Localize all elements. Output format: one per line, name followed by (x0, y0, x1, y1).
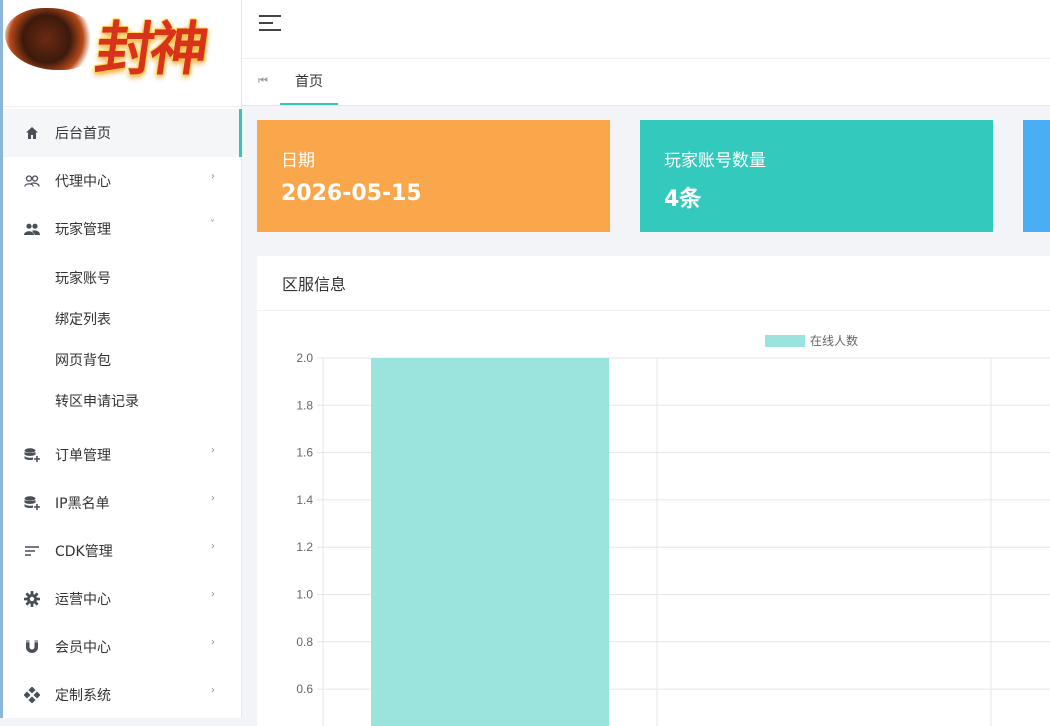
sidebar-menu: 后台首页 代理中心 › 玩家管理 ˅ 玩家账号 绑定列表 网页背包 转区申请记录 (3, 109, 242, 719)
sidebar-item-label: 定制系统 (55, 688, 111, 704)
y-tick-label: 1.2 (296, 540, 313, 554)
tabs-bar: ⏮ 首页 (242, 58, 1050, 106)
gear-icon (23, 590, 41, 608)
users-outline-icon (23, 172, 41, 190)
y-tick-label: 0.8 (296, 635, 313, 649)
date-card-label: 日期 (281, 151, 315, 171)
chevron-right-icon: › (211, 445, 215, 456)
sidebar-item-custom-system[interactable]: 定制系统 › (3, 671, 241, 719)
submenu-item-web-backpack[interactable]: 网页背包 (3, 339, 241, 380)
sort-lines-icon (23, 542, 41, 560)
logo-dragon-icon (5, 8, 97, 70)
server-info-panel: 区服信息 2.0 1.8 1.6 1.4 1.2 1.0 0.8 0.6 在线人数 (257, 256, 1050, 726)
magnet-icon (23, 638, 41, 656)
y-tick-label: 1.8 (296, 398, 313, 412)
y-tick-label: 1.0 (296, 588, 313, 602)
chevron-right-icon: › (211, 171, 215, 182)
submenu-item-player-accounts[interactable]: 玩家账号 (3, 257, 241, 298)
player-count-label: 玩家账号数量 (664, 151, 766, 171)
chevron-right-icon: › (211, 589, 215, 600)
y-tick-label: 1.4 (296, 493, 313, 507)
sidebar-item-label: 代理中心 (55, 174, 111, 190)
menu-toggle-icon[interactable] (259, 15, 281, 33)
chevron-right-icon: › (211, 493, 215, 504)
submenu-item-transfer-requests[interactable]: 转区申请记录 (3, 380, 241, 421)
diamond-grid-icon (23, 686, 41, 704)
legend-swatch (765, 335, 805, 347)
online-players-chart: 2.0 1.8 1.6 1.4 1.2 1.0 0.8 0.6 在线人数 (296, 333, 1050, 726)
y-tick-label: 2.0 (296, 351, 313, 365)
sidebar-item-orders[interactable]: 订单管理 › (3, 431, 241, 479)
sidebar-item-label: 玩家管理 (55, 222, 111, 238)
sidebar-item-label: 会员中心 (55, 640, 111, 656)
chevron-right-icon: › (211, 685, 215, 696)
sidebar-item-label: CDK管理 (55, 544, 113, 560)
sidebar-item-member-center[interactable]: 会员中心 › (3, 623, 241, 671)
submenu-item-bind-list[interactable]: 绑定列表 (3, 298, 241, 339)
legend-label: 在线人数 (810, 333, 858, 348)
sidebar-item-home[interactable]: 后台首页 (3, 109, 242, 157)
sidebar: 封神 后台首页 代理中心 › 玩家管理 ˅ 玩家账号 绑定列表 网页背包 转区申… (0, 0, 242, 718)
player-count-value: 4条 (664, 187, 702, 212)
panel-title: 区服信息 (257, 256, 1050, 311)
tab-home[interactable]: 首页 (280, 59, 338, 105)
sidebar-item-label: 后台首页 (55, 126, 111, 142)
third-stat-card (1023, 120, 1050, 232)
sidebar-item-label: 订单管理 (55, 448, 111, 464)
logo-text: 封神 (91, 15, 210, 83)
sidebar-item-player-management[interactable]: 玩家管理 ˅ (3, 205, 241, 253)
home-icon (23, 124, 41, 142)
users-icon (23, 220, 41, 238)
sidebar-item-label: IP黑名单 (55, 496, 110, 512)
database-add-icon (23, 446, 41, 464)
player-count-card: 玩家账号数量 4条 (640, 120, 993, 232)
sidebar-item-agent-center[interactable]: 代理中心 › (3, 157, 241, 205)
player-submenu: 玩家账号 绑定列表 网页背包 转区申请记录 (3, 253, 241, 431)
logo[interactable]: 封神 (3, 0, 241, 107)
chevron-right-icon: › (211, 637, 215, 648)
sidebar-item-label: 运营中心 (55, 592, 111, 608)
chevron-down-icon: ˅ (210, 219, 215, 230)
date-card: 日期 2026-05-15 (257, 120, 610, 232)
bar (371, 358, 609, 726)
sidebar-item-ip-blacklist[interactable]: IP黑名单 › (3, 479, 241, 527)
date-card-value: 2026-05-15 (281, 181, 422, 206)
tabs-scroll-left-icon[interactable]: ⏮ (258, 74, 268, 88)
sidebar-item-operations-center[interactable]: 运营中心 › (3, 575, 241, 623)
y-tick-label: 1.6 (296, 446, 313, 460)
database-add-icon (23, 494, 41, 512)
y-tick-label: 0.6 (296, 682, 313, 696)
sidebar-item-cdk-management[interactable]: CDK管理 › (3, 527, 241, 575)
chevron-right-icon: › (211, 541, 215, 552)
top-bar (242, 0, 1050, 58)
